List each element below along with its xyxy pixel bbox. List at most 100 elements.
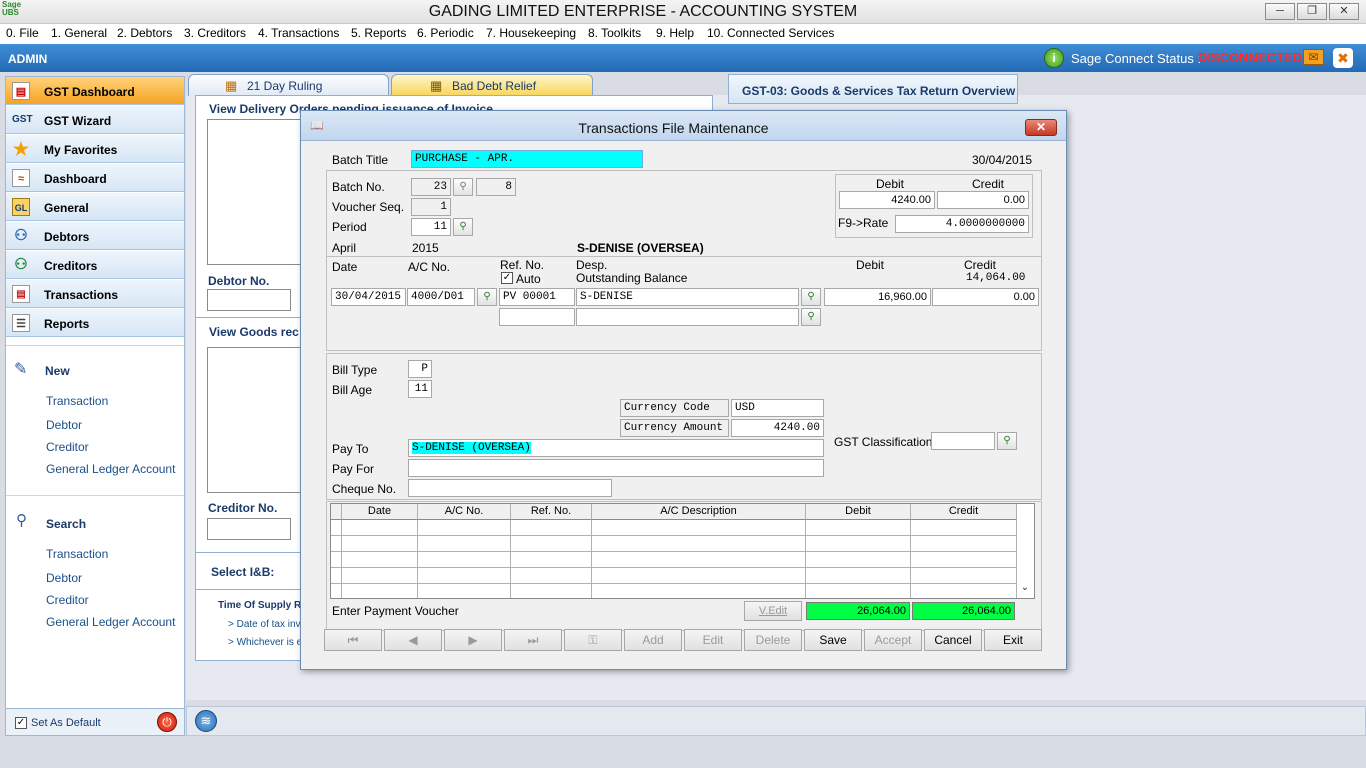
menu-toolkits[interactable]: 8. Toolkits: [588, 26, 641, 40]
sidebar-item-gst-wizard[interactable]: GST GST Wizard: [6, 106, 184, 134]
batch-no-suffix: 8: [476, 178, 516, 196]
rss-icon[interactable]: ≋: [195, 710, 217, 732]
pay-for-input[interactable]: [408, 459, 824, 477]
creditors-icon: ⚇: [14, 256, 28, 273]
debtor-no-input[interactable]: [207, 289, 291, 311]
acno-lookup-icon[interactable]: ⚲: [477, 288, 497, 306]
cancel-button[interactable]: Cancel: [924, 629, 982, 651]
mail-icon[interactable]: ✉: [1303, 49, 1324, 65]
gst-classification-lookup-icon[interactable]: ⚲: [997, 432, 1017, 450]
dialog-close-button[interactable]: ✕: [1025, 119, 1057, 136]
creditor-no-input[interactable]: [207, 518, 291, 540]
delivery-orders-list[interactable]: [207, 119, 307, 265]
search-creditor-link[interactable]: Creditor: [46, 593, 89, 607]
gst03-overview-header[interactable]: GST-03: Goods & Services Tax Return Over…: [728, 74, 1018, 104]
batch-no-lookup-icon[interactable]: ⚲: [453, 178, 473, 196]
new-transaction-link[interactable]: Transaction: [46, 394, 108, 408]
power-icon[interactable]: ⏻: [157, 712, 177, 732]
batch-no-input[interactable]: 23: [411, 178, 451, 196]
currency-amount-input[interactable]: 4240.00: [731, 419, 824, 437]
menu-periodic[interactable]: 6. Periodic: [417, 26, 474, 40]
tools-icon[interactable]: ✖: [1333, 48, 1353, 68]
menu-reports[interactable]: 5. Reports: [351, 26, 406, 40]
last-record-button[interactable]: ⏭: [504, 629, 562, 651]
restore-icon[interactable]: ❐: [1297, 3, 1327, 20]
add-button[interactable]: Add: [624, 629, 682, 651]
set-default-checkbox[interactable]: ✓: [15, 717, 27, 729]
table-row[interactable]: [331, 568, 1017, 584]
select-ib-label: Select I&B:: [211, 565, 275, 579]
chevron-down-icon[interactable]: ⌄: [1018, 582, 1032, 596]
auto-checkbox[interactable]: ✓: [501, 272, 513, 284]
entry-refno-2-input[interactable]: [499, 308, 575, 326]
entry-acno-input[interactable]: 4000/D01: [407, 288, 475, 306]
info-icon[interactable]: i: [1044, 48, 1064, 68]
menu-file[interactable]: 0. File: [6, 26, 39, 40]
sidebar-item-debtors[interactable]: ⚇ Debtors: [6, 222, 184, 250]
entries-grid[interactable]: Date A/C No. Ref. No. A/C Description De…: [330, 503, 1035, 599]
table-row[interactable]: [331, 520, 1017, 536]
bill-type-input[interactable]: P: [408, 360, 432, 378]
first-record-button[interactable]: ⏮: [324, 629, 382, 651]
minimize-icon[interactable]: ─: [1265, 3, 1295, 20]
menu-debtors[interactable]: 2. Debtors: [117, 26, 172, 40]
find-button[interactable]: ⚿: [564, 629, 622, 651]
accept-button[interactable]: Accept: [864, 629, 922, 651]
entry-credit-input[interactable]: 0.00: [932, 288, 1039, 306]
delete-button[interactable]: Delete: [744, 629, 802, 651]
exit-button[interactable]: Exit: [984, 629, 1042, 651]
menu-connected-services[interactable]: 10. Connected Services: [707, 26, 834, 40]
entry-debit-input[interactable]: 16,960.00: [824, 288, 931, 306]
entry-desp-input[interactable]: S-DENISE: [576, 288, 799, 306]
tab-21-day-ruling[interactable]: ▦ 21 Day Ruling: [188, 74, 389, 96]
save-button[interactable]: Save: [804, 629, 862, 651]
dialog-titlebar: 📖 Transactions File Maintenance ✕: [301, 111, 1066, 141]
gst-classification-input[interactable]: [931, 432, 995, 450]
currency-code-input[interactable]: USD: [731, 399, 824, 417]
sidebar-item-transactions[interactable]: ▤ Transactions: [6, 280, 184, 308]
voucher-seq-input[interactable]: 1: [411, 198, 451, 216]
tab-bad-debt-relief[interactable]: ▦ Bad Debt Relief: [391, 74, 593, 96]
new-creditor-link[interactable]: Creditor: [46, 440, 89, 454]
entry-refno-input[interactable]: PV 00001: [499, 288, 575, 306]
sidebar-item-general[interactable]: GL General: [6, 193, 184, 221]
entry-desp-2-input[interactable]: [576, 308, 799, 326]
new-debtor-link[interactable]: Debtor: [46, 418, 82, 432]
new-gl-account-link[interactable]: General Ledger Account: [46, 462, 175, 476]
edit-button[interactable]: Edit: [684, 629, 742, 651]
search-gl-account-link[interactable]: General Ledger Account: [46, 615, 175, 629]
table-row[interactable]: [331, 536, 1017, 552]
entry-date-input[interactable]: 30/04/2015: [331, 288, 406, 306]
desp-lookup-icon[interactable]: ⚲: [801, 288, 821, 306]
next-record-button[interactable]: ▶: [444, 629, 502, 651]
vedit-button[interactable]: V.Edit: [744, 601, 802, 621]
period-lookup-icon[interactable]: ⚲: [453, 218, 473, 236]
batch-title-input[interactable]: PURCHASE - APR.: [411, 150, 643, 168]
menu-housekeeping[interactable]: 7. Housekeeping: [486, 26, 576, 40]
pay-to-input[interactable]: S-DENISE (OVERSEA): [408, 439, 824, 457]
table-row[interactable]: [331, 552, 1017, 568]
sidebar-item-my-favorites[interactable]: ★ My Favorites: [6, 135, 184, 163]
bill-age-input[interactable]: 11: [408, 380, 432, 398]
rate-label: F9->Rate: [838, 216, 889, 230]
desp-2-lookup-icon[interactable]: ⚲: [801, 308, 821, 326]
cheque-no-input[interactable]: [408, 479, 612, 497]
grid-header-debit: Debit: [806, 504, 911, 520]
total-debit: 26,064.00: [806, 602, 910, 620]
period-input[interactable]: 11: [411, 218, 451, 236]
menu-general[interactable]: 1. General: [51, 26, 107, 40]
sidebar-item-creditors[interactable]: ⚇ Creditors: [6, 251, 184, 279]
previous-record-button[interactable]: ◀: [384, 629, 442, 651]
search-debtor-link[interactable]: Debtor: [46, 571, 82, 585]
menu-help[interactable]: 9. Help: [656, 26, 694, 40]
menu-creditors[interactable]: 3. Creditors: [184, 26, 246, 40]
goods-received-list[interactable]: [207, 347, 307, 493]
menu-transactions[interactable]: 4. Transactions: [258, 26, 339, 40]
sidebar-item-reports[interactable]: ☰ Reports: [6, 309, 184, 337]
search-transaction-link[interactable]: Transaction: [46, 547, 108, 561]
rate-input[interactable]: 4.0000000000: [895, 215, 1029, 233]
summary-credit-value: 0.00: [937, 191, 1029, 209]
sidebar-item-gst-dashboard[interactable]: ▤ GST Dashboard: [6, 77, 184, 105]
sidebar-item-dashboard[interactable]: ≈ Dashboard: [6, 164, 184, 192]
close-window-icon[interactable]: ✕: [1329, 3, 1359, 20]
